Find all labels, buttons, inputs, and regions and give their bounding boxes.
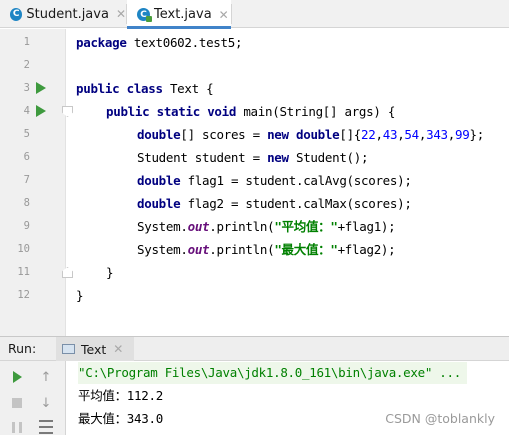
scroll-up-button[interactable]: ↑ (38, 369, 54, 385)
fold-icon[interactable] (62, 267, 73, 278)
code-text: package text0602.test5; (76, 35, 243, 50)
line-number: 7 (23, 174, 30, 186)
run-gutter-icon[interactable] (36, 82, 46, 94)
run-tab-text[interactable]: Text ✕ (56, 337, 134, 361)
console-output-line: 平均值：112.2 (78, 388, 163, 403)
tab-label: Student.java (26, 6, 109, 22)
run-tab-label: Text (81, 341, 107, 357)
class-icon: C (10, 7, 23, 21)
code-text: Student student = new Student(); (137, 150, 369, 165)
code-text: double flag2 = student.calMax(scores); (137, 196, 412, 211)
code-line: 4 public static void main(String[] args)… (0, 100, 509, 123)
close-icon[interactable]: ✕ (113, 342, 123, 356)
class-icon: C (137, 8, 152, 22)
code-text: double[] scores = new double[]{22,43,54,… (137, 127, 484, 142)
stop-icon (12, 398, 22, 408)
code-line: 5 double[] scores = new double[]{22,43,5… (0, 123, 509, 146)
wrap-lines-icon (39, 420, 53, 434)
code-line: 1 package text0602.test5; (0, 31, 509, 54)
code-line: 11 } (0, 261, 509, 284)
code-text: } (106, 265, 114, 280)
code-text: public class Text { (76, 81, 214, 96)
code-text: System.out.println("平均值："+flag1); (137, 219, 396, 234)
scroll-down-button[interactable]: ↓ (38, 395, 54, 411)
arrow-down-icon: ↓ (40, 395, 52, 411)
line-number: 2 (23, 59, 30, 71)
pause-button[interactable] (9, 419, 25, 435)
code-line: 2 (0, 54, 509, 77)
editor-tab-bar: C Student.java ✕ C Text.java ✕ (0, 0, 509, 29)
line-number: 10 (17, 243, 30, 255)
fold-icon[interactable] (62, 106, 73, 117)
rerun-button[interactable] (9, 369, 25, 385)
tab-label: Text.java (154, 7, 212, 22)
run-header: Run: Text ✕ (0, 337, 509, 361)
console-icon (62, 344, 75, 354)
play-icon (12, 371, 22, 383)
line-number: 9 (23, 220, 30, 232)
line-number: 12 (17, 289, 30, 301)
run-label: Run: (8, 341, 37, 356)
line-number: 1 (23, 36, 30, 48)
tab-text-java[interactable]: C Text.java ✕ (127, 0, 231, 29)
code-text: System.out.println("最大值："+flag2); (137, 242, 396, 257)
run-toolbar: ↑ ↓ (0, 361, 66, 435)
watermark: CSDN @toblankly (385, 411, 495, 426)
stop-button[interactable] (9, 395, 25, 411)
close-icon[interactable]: ✕ (219, 8, 229, 22)
console-command-line: "C:\Program Files\Java\jdk1.8.0_161\bin\… (78, 362, 467, 384)
line-number: 6 (23, 151, 30, 163)
code-line: 8 double flag2 = student.calMax(scores); (0, 192, 509, 215)
code-line: 6 Student student = new Student(); (0, 146, 509, 169)
close-icon[interactable]: ✕ (116, 7, 126, 21)
code-line: 3 public class Text { (0, 77, 509, 100)
tab-divider (231, 4, 232, 24)
code-text: public static void main(String[] args) { (106, 104, 396, 119)
pause-icon (12, 421, 22, 433)
line-number: 3 (23, 82, 30, 94)
run-gutter-icon[interactable] (36, 105, 46, 117)
line-number: 4 (23, 105, 30, 117)
code-line: 12 } (0, 284, 509, 307)
soft-wrap-button[interactable] (38, 419, 54, 435)
code-editor[interactable]: 1 package text0602.test5; 2 3 public cla… (0, 29, 509, 336)
code-line: 9 System.out.println("平均值："+flag1); (0, 215, 509, 238)
code-text: } (76, 288, 84, 303)
code-text: double flag1 = student.calAvg(scores); (137, 173, 412, 188)
tab-student-java[interactable]: C Student.java ✕ (0, 0, 126, 28)
console-output-line: 最大值：343.0 (78, 411, 163, 426)
line-number: 11 (17, 266, 30, 278)
arrow-up-icon: ↑ (40, 369, 52, 385)
code-line: 10 System.out.println("最大值："+flag2); (0, 238, 509, 261)
code-line: 7 double flag1 = student.calAvg(scores); (0, 169, 509, 192)
line-number: 5 (23, 128, 30, 140)
line-number: 8 (23, 197, 30, 209)
